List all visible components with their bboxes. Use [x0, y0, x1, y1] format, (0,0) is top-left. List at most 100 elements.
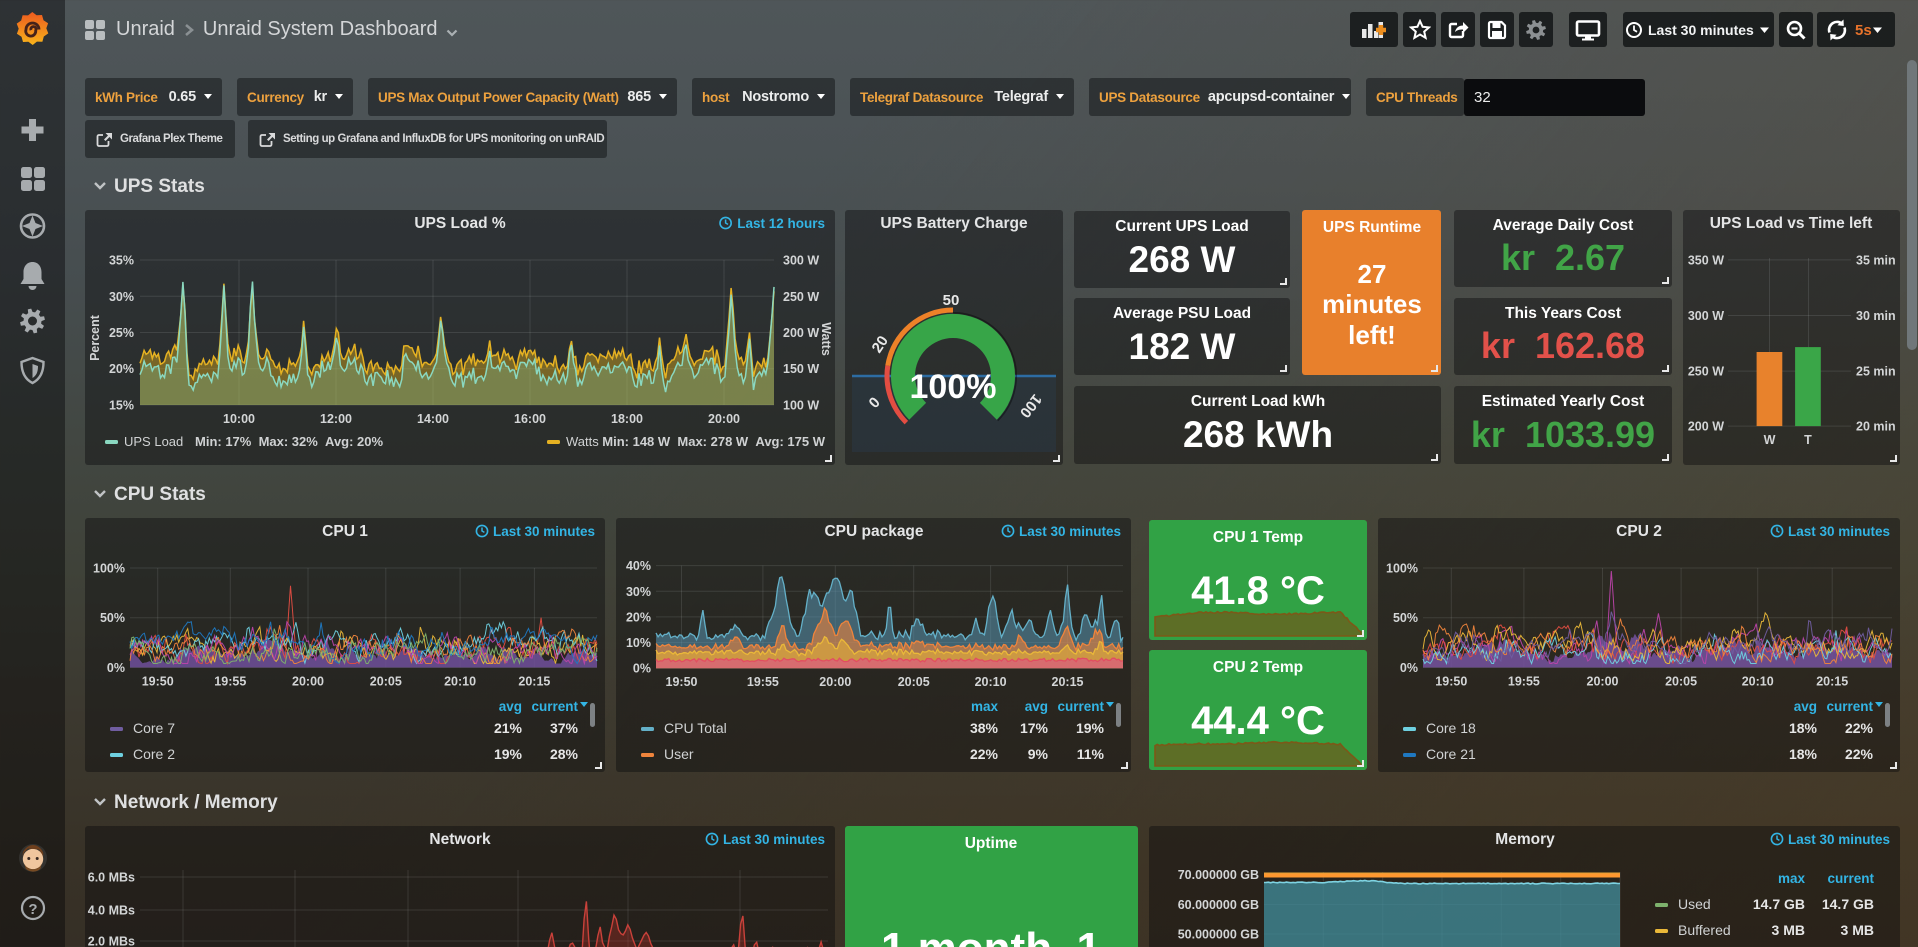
svg-text:12:00: 12:00 — [320, 412, 352, 426]
svg-text:70.000000 GB: 70.000000 GB — [1178, 868, 1259, 882]
svg-text:20:00: 20:00 — [1587, 675, 1619, 689]
svg-text:25%: 25% — [109, 326, 134, 340]
svg-text:41.8 °C: 41.8 °C — [1191, 569, 1325, 613]
svg-text:18%: 18% — [1789, 720, 1818, 736]
svg-text:Percent: Percent — [88, 314, 102, 361]
svg-text:19%: 19% — [494, 746, 523, 762]
svg-text:100%: 100% — [1386, 562, 1418, 576]
svg-text:40%: 40% — [626, 559, 651, 573]
svg-text:21%: 21% — [494, 720, 523, 736]
svg-text:300 W: 300 W — [783, 254, 819, 268]
svg-text:left!: left! — [1348, 320, 1396, 350]
svg-text:current: current — [1057, 699, 1104, 714]
svg-text:18%: 18% — [1789, 746, 1818, 762]
svg-text:This Years Cost: This Years Cost — [1505, 305, 1621, 322]
svg-text:Average Daily Cost: Average Daily Cost — [1493, 217, 1634, 234]
svg-text:25 min: 25 min — [1856, 365, 1896, 379]
svg-text:250 W: 250 W — [1688, 365, 1724, 379]
svg-text:20%: 20% — [626, 610, 651, 624]
svg-text:Last 30 minutes: Last 30 minutes — [1648, 22, 1754, 38]
svg-text:28%: 28% — [550, 746, 579, 762]
svg-text:CPU 2: CPU 2 — [1616, 523, 1662, 540]
svg-text:200 W: 200 W — [1688, 420, 1724, 434]
svg-text:20:05: 20:05 — [898, 675, 930, 689]
svg-text:0%: 0% — [107, 661, 125, 675]
svg-text:20:00: 20:00 — [708, 412, 740, 426]
svg-text:Watts: Watts — [566, 434, 599, 449]
svg-text:10%: 10% — [626, 636, 651, 650]
svg-text:50%: 50% — [1393, 611, 1418, 625]
svg-text:50%: 50% — [100, 611, 125, 625]
svg-text:5s: 5s — [1855, 22, 1872, 39]
svg-text:avg: avg — [499, 699, 522, 714]
svg-text:Uptime: Uptime — [965, 835, 1018, 852]
svg-text:Min: 148 W Max: 278 W Avg: 1: Min: 148 W Max: 278 W Avg: 175 W — [602, 434, 825, 449]
svg-text:CPU 1: CPU 1 — [322, 523, 368, 540]
svg-text:minutes: minutes — [1322, 289, 1422, 319]
svg-text:20:05: 20:05 — [370, 675, 402, 689]
svg-text:19:55: 19:55 — [1508, 675, 1540, 689]
svg-text:CPU 1 Temp: CPU 1 Temp — [1213, 529, 1303, 546]
svg-text:15%: 15% — [109, 399, 134, 413]
svg-text:22%: 22% — [970, 746, 999, 762]
svg-text:Last 30 minutes: Last 30 minutes — [1019, 524, 1121, 539]
svg-text:4.0 MBs: 4.0 MBs — [88, 904, 135, 918]
svg-text:Core 2: Core 2 — [133, 746, 175, 762]
svg-text:100 W: 100 W — [783, 399, 819, 413]
svg-text:UPS Runtime: UPS Runtime — [1323, 219, 1422, 236]
svg-text:20:15: 20:15 — [1816, 675, 1848, 689]
svg-text:avg: avg — [1794, 699, 1817, 714]
svg-text:T: T — [1804, 433, 1812, 447]
svg-text:38%: 38% — [970, 720, 999, 736]
svg-text:0%: 0% — [1400, 661, 1418, 675]
svg-text:UPS Load vs Time left: UPS Load vs Time left — [1710, 215, 1873, 232]
svg-text:0%: 0% — [633, 662, 651, 676]
svg-text:kr 1033.99: kr 1033.99 — [1471, 414, 1655, 455]
svg-text:30 min: 30 min — [1856, 309, 1896, 323]
svg-text:3 MB: 3 MB — [1772, 922, 1805, 938]
svg-text:Watts: Watts — [819, 322, 833, 356]
svg-text:CPU Total: CPU Total — [664, 720, 727, 736]
svg-text:max: max — [971, 699, 999, 714]
svg-text:150 W: 150 W — [783, 362, 819, 376]
svg-text:?: ? — [28, 901, 37, 918]
svg-text:current: current — [1826, 699, 1873, 714]
svg-text:Current Load kWh: Current Load kWh — [1191, 393, 1325, 410]
svg-text:14:00: 14:00 — [417, 412, 449, 426]
svg-text:9%: 9% — [1028, 746, 1049, 762]
svg-text:50: 50 — [943, 292, 960, 309]
svg-text:3 MB: 3 MB — [1841, 922, 1874, 938]
svg-text:Core 7: Core 7 — [133, 720, 175, 736]
svg-text:20:10: 20:10 — [1742, 675, 1774, 689]
svg-text:16:00: 16:00 — [514, 412, 546, 426]
svg-text:19:50: 19:50 — [142, 675, 174, 689]
svg-text:30%: 30% — [109, 290, 134, 304]
svg-text:W: W — [1764, 433, 1776, 447]
svg-text:30%: 30% — [626, 585, 651, 599]
svg-text:Min: 17% Max: 32% Avg: 20%: Min: 17% Max: 32% Avg: 20% — [195, 434, 384, 449]
svg-text:19%: 19% — [1076, 720, 1105, 736]
svg-text:18:00: 18:00 — [611, 412, 643, 426]
svg-text:Buffered: Buffered — [1678, 922, 1731, 938]
svg-text:CPU 2 Temp: CPU 2 Temp — [1213, 659, 1303, 676]
svg-text:20:05: 20:05 — [1665, 675, 1697, 689]
svg-text:Used: Used — [1678, 896, 1711, 912]
svg-text:22%: 22% — [1845, 746, 1874, 762]
svg-text:UPS Load %: UPS Load % — [414, 215, 506, 232]
svg-text:14.7 GB: 14.7 GB — [1822, 896, 1874, 912]
svg-text:Last 30 minutes: Last 30 minutes — [1788, 524, 1890, 539]
svg-text:200 W: 200 W — [783, 326, 819, 340]
svg-text:20%: 20% — [109, 362, 134, 376]
svg-text:14.7 GB: 14.7 GB — [1753, 896, 1805, 912]
svg-text:60.000000 GB: 60.000000 GB — [1178, 898, 1259, 912]
svg-text:UPS Load: UPS Load — [124, 434, 183, 449]
svg-text:35 min: 35 min — [1856, 253, 1896, 267]
svg-text:20:10: 20:10 — [975, 675, 1007, 689]
svg-text:268 kWh: 268 kWh — [1183, 414, 1333, 455]
svg-text:20:00: 20:00 — [819, 675, 851, 689]
svg-text:250 W: 250 W — [783, 290, 819, 304]
svg-text:Last 30 minutes: Last 30 minutes — [1788, 832, 1890, 847]
svg-text:20:00: 20:00 — [292, 675, 324, 689]
svg-text:1 month, 1: 1 month, 1 — [881, 924, 1101, 947]
svg-text:UPS Battery Charge: UPS Battery Charge — [880, 215, 1028, 232]
